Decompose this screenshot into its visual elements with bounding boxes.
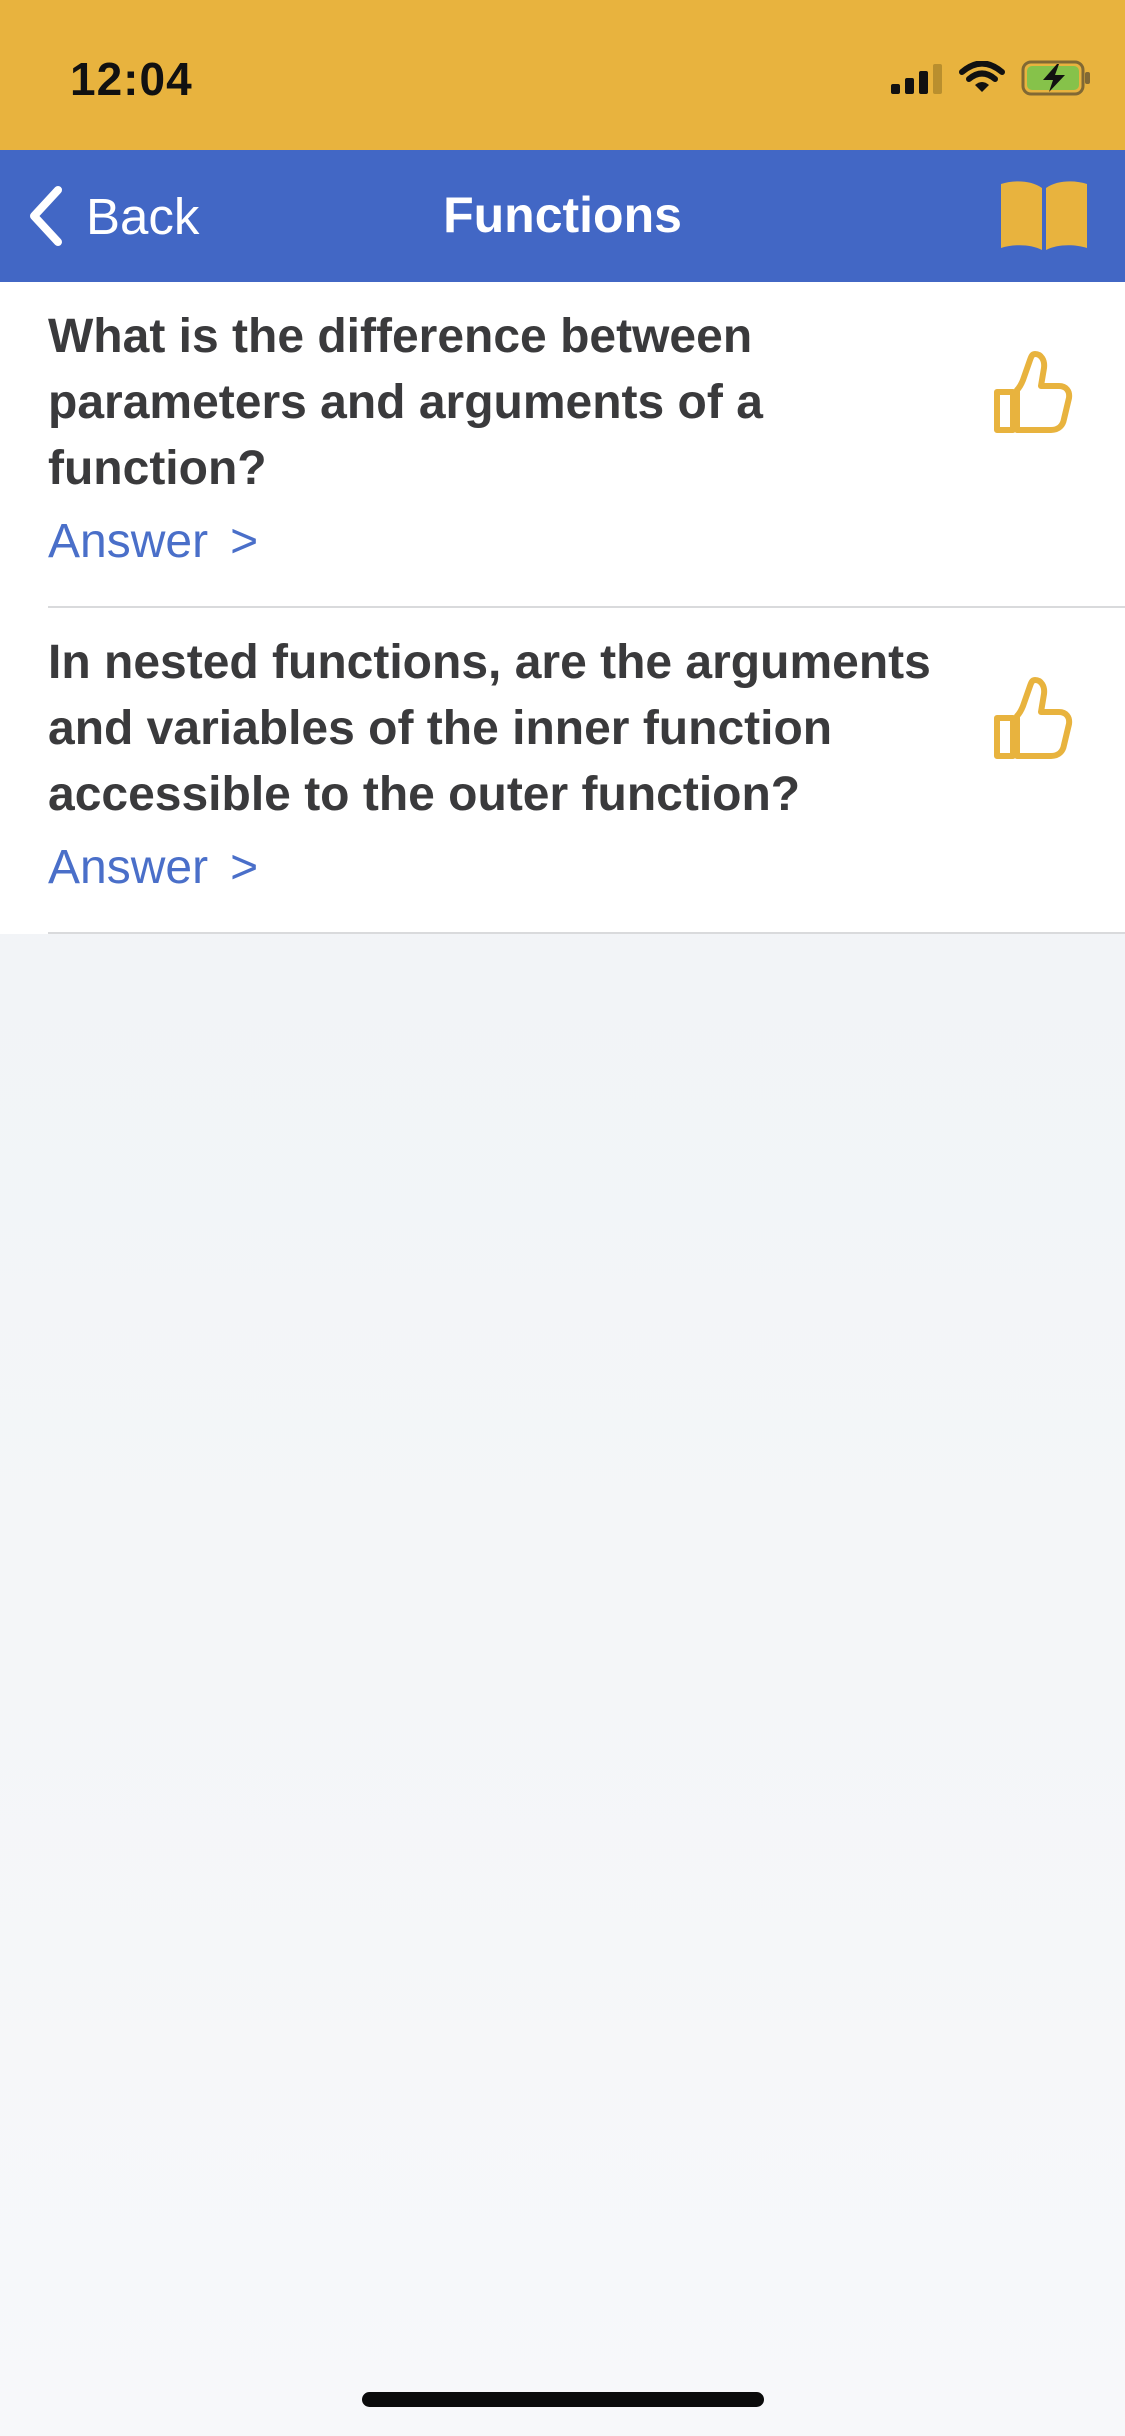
- thumbs-up-icon[interactable]: [989, 346, 1081, 442]
- back-button[interactable]: Back: [24, 180, 199, 252]
- battery-charging-icon: [1021, 60, 1090, 96]
- answer-chevron: >: [230, 515, 259, 568]
- list-item[interactable]: What is the difference between parameter…: [0, 282, 1125, 608]
- question-list: What is the difference between parameter…: [0, 282, 1125, 934]
- list-item[interactable]: In nested functions, are the arguments a…: [0, 608, 1125, 934]
- wifi-icon: [959, 61, 1005, 92]
- cellular-signal-icon: [891, 64, 942, 94]
- home-indicator[interactable]: [362, 2392, 764, 2407]
- status-bar: 12:04: [0, 0, 1125, 150]
- question-text: What is the difference between parameter…: [48, 310, 763, 495]
- answer-link[interactable]: Answer >: [48, 514, 258, 569]
- chevron-left-icon: [30, 186, 62, 246]
- thumbs-up-icon[interactable]: [989, 672, 1081, 768]
- status-time: 12:04: [70, 53, 193, 105]
- answer-link[interactable]: Answer >: [48, 840, 258, 895]
- answer-label: Answer: [48, 841, 209, 894]
- answer-label: Answer: [48, 515, 209, 568]
- question-text: In nested functions, are the arguments a…: [48, 636, 931, 821]
- answer-chevron: >: [230, 841, 259, 894]
- divider: [48, 932, 1125, 934]
- status-icons: [891, 60, 1091, 96]
- book-icon[interactable]: [999, 178, 1089, 254]
- back-label: Back: [86, 187, 200, 245]
- nav-bar: Back Functions: [0, 150, 1125, 282]
